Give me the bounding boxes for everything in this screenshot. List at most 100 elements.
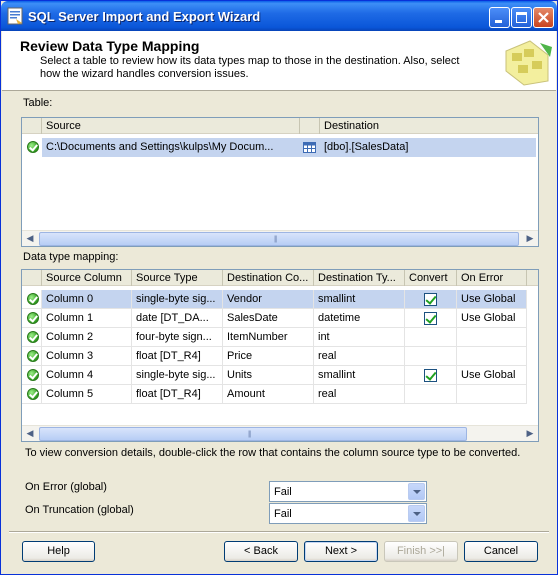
table-header-icon — [300, 118, 320, 134]
on-error-cell[interactable] — [457, 347, 527, 366]
source-column-cell[interactable]: Column 1 — [42, 309, 132, 328]
mapping-header-convert[interactable]: Convert — [405, 270, 457, 286]
convert-cell[interactable] — [405, 385, 457, 404]
dest-type-cell[interactable]: int — [314, 328, 405, 347]
dest-column-cell[interactable]: Vendor — [223, 290, 314, 309]
convert-cell[interactable] — [405, 309, 457, 328]
table-header-source[interactable]: Source — [42, 118, 300, 134]
mapping-header-dest-type[interactable]: Destination Ty... — [314, 270, 405, 286]
dest-column-cell[interactable]: ItemNumber — [223, 328, 314, 347]
success-check-icon — [27, 388, 39, 400]
table-source-cell[interactable]: C:\Documents and Settings\kulps\My Docum… — [42, 138, 300, 157]
source-type-cell[interactable]: date [DT_DA... — [132, 309, 223, 328]
dest-type-cell[interactable]: real — [314, 347, 405, 366]
next-button[interactable]: Next > — [304, 541, 378, 562]
table-header-status — [22, 118, 42, 134]
convert-cell[interactable] — [405, 328, 457, 347]
table-row[interactable]: C:\Documents and Settings\kulps\My Docum… — [22, 138, 538, 157]
source-column-cell[interactable]: Column 2 — [42, 328, 132, 347]
scroll-left-icon[interactable]: ◀ — [22, 231, 38, 246]
dest-column-cell[interactable]: Amount — [223, 385, 314, 404]
dest-type-cell[interactable]: smallint — [314, 366, 405, 385]
window-title: SQL Server Import and Export Wizard — [28, 9, 261, 24]
on-truncation-global-select[interactable]: Fail — [269, 503, 427, 524]
on-truncation-global-value: Fail — [274, 508, 292, 520]
help-button[interactable]: Help — [22, 541, 95, 562]
convert-checkbox[interactable] — [424, 369, 437, 382]
table-header-destination[interactable]: Destination — [320, 118, 538, 134]
success-check-icon — [27, 141, 39, 153]
chevron-down-icon[interactable] — [408, 505, 425, 522]
source-type-cell[interactable]: single-byte sig... — [132, 290, 223, 309]
cancel-button[interactable]: Cancel — [464, 541, 538, 562]
dest-column-cell[interactable]: Units — [223, 366, 314, 385]
mapping-row[interactable]: Column 3 float [DT_R4] Price real — [22, 347, 538, 366]
convert-cell[interactable] — [405, 290, 457, 309]
source-type-cell[interactable]: single-byte sig... — [132, 366, 223, 385]
convert-cell[interactable] — [405, 366, 457, 385]
mapping-header-source-column[interactable]: Source Column — [42, 270, 132, 286]
success-check-icon — [27, 312, 39, 324]
conversion-hint: To view conversion details, double-click… — [25, 447, 521, 459]
mapping-row[interactable]: Column 1 date [DT_DA... SalesDate datetime U… — [22, 309, 538, 328]
source-column-cell[interactable]: Column 0 — [42, 290, 132, 309]
mapping-header-on-error[interactable]: On Error — [457, 270, 527, 286]
finish-button[interactable]: Finish >>| — [384, 541, 458, 562]
dest-column-cell[interactable]: SalesDate — [223, 309, 314, 328]
scroll-left-icon[interactable]: ◀ — [22, 426, 38, 441]
mapping-header-source-type[interactable]: Source Type — [132, 270, 223, 286]
source-column-cell[interactable]: Column 4 — [42, 366, 132, 385]
convert-checkbox[interactable] — [424, 312, 437, 325]
mapping-row[interactable]: Column 4 single-byte sig... Units smallint U… — [22, 366, 538, 385]
source-column-cell[interactable]: Column 3 — [42, 347, 132, 366]
table-label: Table: — [23, 97, 53, 109]
dest-type-cell[interactable]: smallint — [314, 290, 405, 309]
scroll-thumb[interactable]: ||| — [39, 232, 519, 246]
mapping-grid[interactable]: Source Column Source Type Destination Co… — [21, 269, 539, 442]
source-column-cell[interactable]: Column 5 — [42, 385, 132, 404]
mapping-row-status — [22, 290, 42, 309]
mapping-grid-header: Source Column Source Type Destination Co… — [22, 270, 538, 286]
maximize-button[interactable] — [511, 7, 532, 28]
mapping-row-status — [22, 347, 42, 366]
dest-type-cell[interactable]: real — [314, 385, 405, 404]
mapping-row-status — [22, 385, 42, 404]
scroll-right-icon[interactable]: ▶ — [522, 231, 538, 246]
back-button[interactable]: < Back — [224, 541, 298, 562]
convert-cell[interactable] — [405, 347, 457, 366]
mapping-row[interactable]: Column 2 four-byte sign... ItemNumber int — [22, 328, 538, 347]
on-error-cell[interactable] — [457, 328, 527, 347]
mapping-header-status — [22, 270, 42, 286]
mapping-row-status — [22, 366, 42, 385]
on-error-global-select[interactable]: Fail — [269, 481, 427, 502]
table-horizontal-scrollbar[interactable]: ◀ ||| ▶ — [22, 230, 538, 246]
scroll-thumb[interactable]: ||| — [39, 427, 467, 441]
minimize-button[interactable] — [489, 7, 510, 28]
dest-column-cell[interactable]: Price — [223, 347, 314, 366]
table-dest-icon-cell — [300, 138, 320, 157]
maximize-icon — [516, 12, 527, 23]
page-title: Review Data Type Mapping — [20, 38, 200, 54]
title-bar[interactable]: SQL Server Import and Export Wizard — [1, 1, 557, 31]
mapping-header-dest-column[interactable]: Destination Co... — [223, 270, 314, 286]
mapping-row[interactable]: Column 5 float [DT_R4] Amount real — [22, 385, 538, 404]
on-error-global-value: Fail — [274, 486, 292, 498]
convert-checkbox[interactable] — [424, 293, 437, 306]
scroll-right-icon[interactable]: ▶ — [522, 426, 538, 441]
source-type-cell[interactable]: float [DT_R4] — [132, 385, 223, 404]
source-type-cell[interactable]: float [DT_R4] — [132, 347, 223, 366]
on-error-cell[interactable]: Use Global — [457, 309, 527, 328]
on-error-cell[interactable]: Use Global — [457, 290, 527, 309]
success-check-icon — [27, 331, 39, 343]
close-button[interactable] — [533, 7, 554, 28]
source-type-cell[interactable]: four-byte sign... — [132, 328, 223, 347]
chevron-down-icon[interactable] — [408, 483, 425, 500]
mapping-horizontal-scrollbar[interactable]: ◀ ||| ▶ — [22, 425, 538, 441]
mapping-row[interactable]: Column 0 single-byte sig... Vendor smallint… — [22, 290, 538, 309]
on-error-cell[interactable] — [457, 385, 527, 404]
table-grid[interactable]: Source Destination C:\Documents and Sett… — [21, 117, 539, 247]
on-error-cell[interactable]: Use Global — [457, 366, 527, 385]
dest-type-cell[interactable]: datetime — [314, 309, 405, 328]
wizard-header: Review Data Type Mapping Select a table … — [2, 31, 556, 91]
table-destination-cell[interactable]: [dbo].[SalesData] — [320, 138, 536, 157]
